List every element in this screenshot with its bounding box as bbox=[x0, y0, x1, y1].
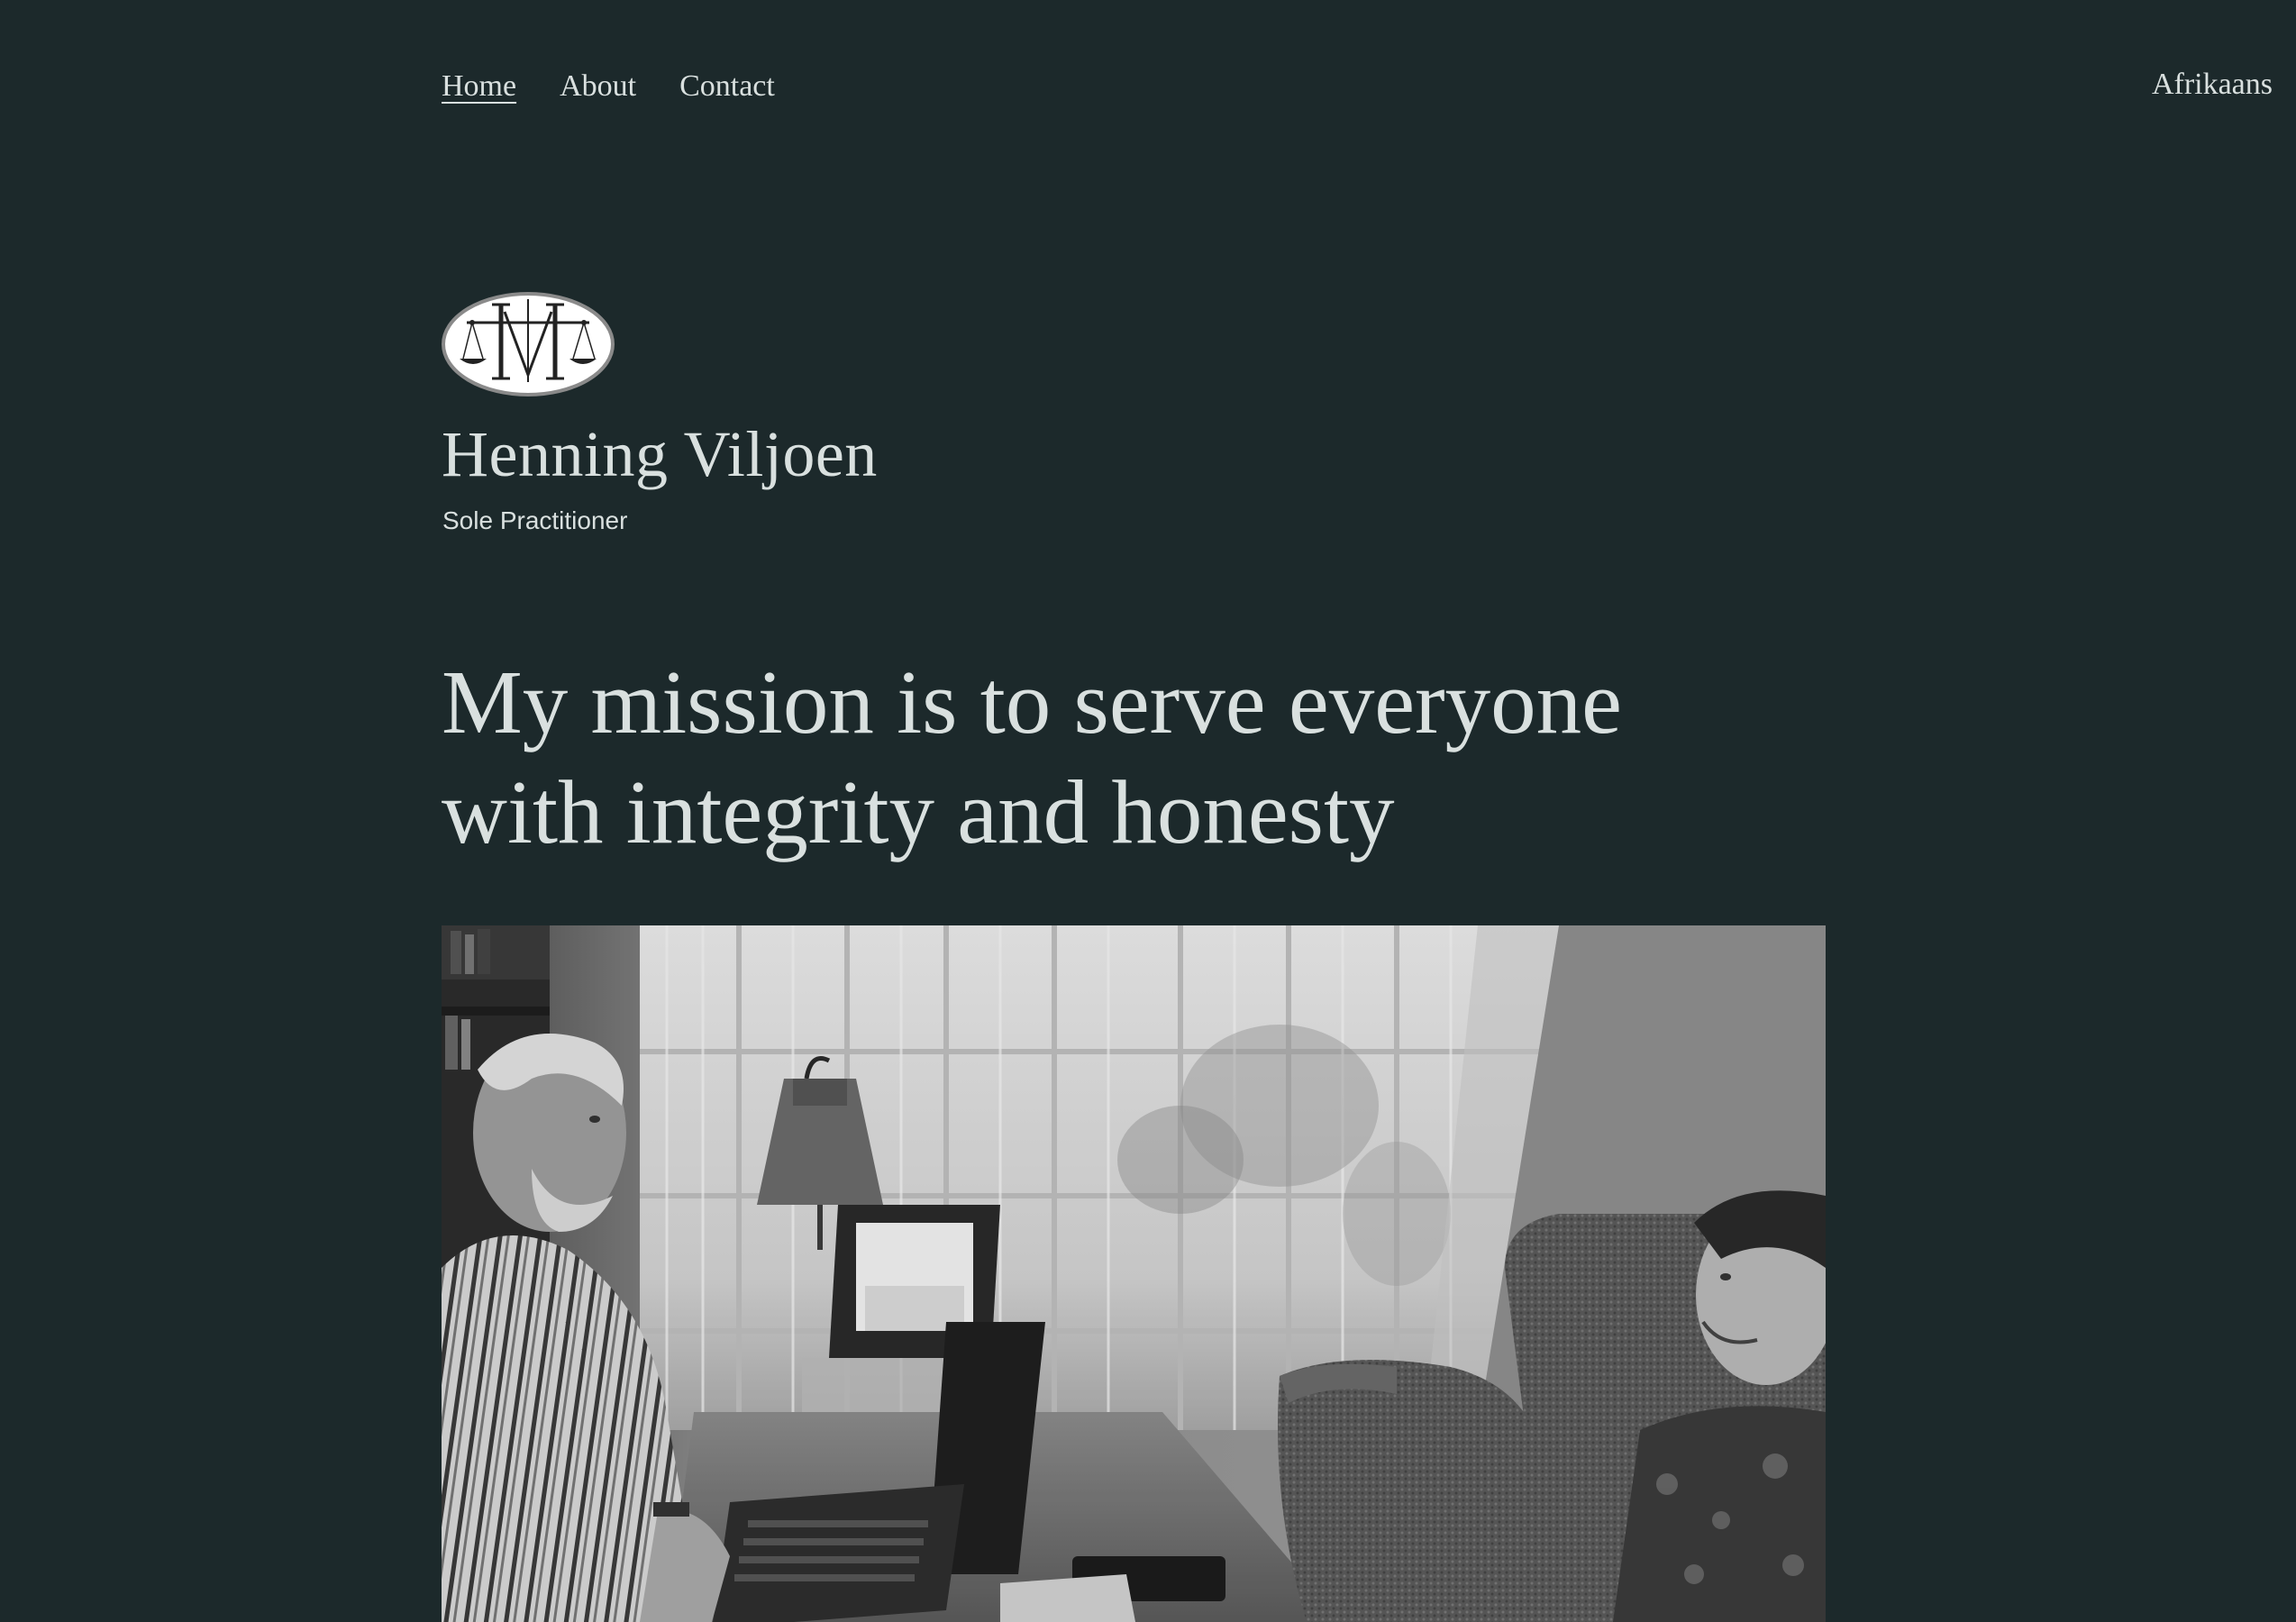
scales-of-justice-monogram-icon bbox=[442, 292, 615, 396]
site-tagline: Sole Practitioner bbox=[442, 506, 628, 534]
language-switch-link[interactable]: Afrikaans bbox=[2152, 61, 2273, 108]
nav-link-contact[interactable]: Contact bbox=[679, 63, 775, 110]
nav-item-contact: Contact bbox=[679, 63, 775, 110]
nav-link-home[interactable]: Home bbox=[442, 63, 516, 110]
office-meeting-photo bbox=[442, 925, 1826, 1622]
primary-nav: Home About Contact bbox=[442, 63, 775, 110]
nav-link-about[interactable]: About bbox=[560, 63, 636, 110]
site-logo[interactable] bbox=[442, 292, 615, 396]
mission-heading: My mission is to serve everyone with int… bbox=[442, 652, 1622, 862]
hero-photo bbox=[442, 925, 1826, 1622]
nav-item-home: Home bbox=[442, 63, 516, 110]
site-title[interactable]: Henning Viljoen bbox=[442, 411, 878, 497]
nav-item-about: About bbox=[560, 63, 636, 110]
